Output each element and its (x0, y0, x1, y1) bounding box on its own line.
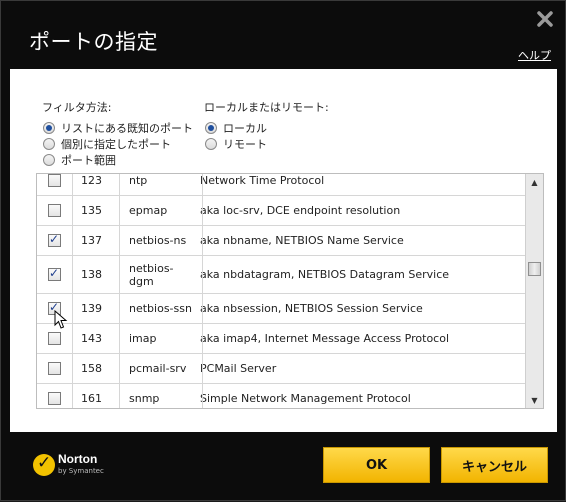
radio-button[interactable] (205, 137, 217, 150)
port-checkbox[interactable] (48, 392, 61, 405)
port-description: aka loc-srv, DCE endpoint resolution (200, 204, 401, 217)
port-service-name: epmap (129, 204, 168, 217)
port-number: 135 (81, 204, 102, 217)
port-service-name: netbios- dgm (129, 261, 174, 288)
port-number: 161 (81, 392, 102, 405)
radio-label: ローカル (223, 121, 267, 135)
port-description: Simple Network Management Protocol (200, 392, 411, 405)
close-icon[interactable] (535, 9, 555, 29)
radio-label: 個別に指定したポート (61, 137, 171, 151)
port-checkbox[interactable] (48, 232, 61, 247)
port-checkbox[interactable] (48, 362, 61, 375)
port-description: aka nbdatagram, NETBIOS Datagram Service (200, 268, 450, 281)
port-description: aka imap4, Internet Message Access Proto… (200, 332, 450, 345)
logo-sub: by Symantec (58, 467, 104, 475)
port-description: Network Time Protocol (200, 174, 325, 187)
filter-option-known-ports[interactable]: リストにある既知のポート (43, 120, 193, 135)
table-row[interactable]: 161 snmp Simple Network Management Proto… (37, 384, 527, 408)
table-row[interactable]: 158 pcmail-srv PCMail Server (37, 354, 527, 384)
port-service-name: snmp (129, 392, 160, 405)
port-service-name: netbios-ssn (129, 302, 192, 315)
port-checkbox[interactable] (48, 332, 61, 345)
table-row[interactable]: 135 epmap aka loc-srv, DCE endpoint reso… (37, 196, 527, 226)
table-row[interactable]: 137 netbios-ns aka nbname, NETBIOS Name … (37, 226, 527, 256)
dialog-footer: Norton by Symantec OK キャンセル (1, 432, 566, 502)
logo-brand: Norton (58, 452, 98, 466)
port-service-name: ntp (129, 174, 148, 187)
scroll-thumb[interactable] (528, 262, 541, 276)
port-number: 143 (81, 332, 102, 345)
scroll-down-arrow-icon[interactable]: ▼ (526, 392, 543, 408)
port-number: 137 (81, 234, 102, 247)
port-number: 158 (81, 362, 102, 375)
port-number: 139 (81, 302, 102, 315)
port-list[interactable]: 123 ntp Network Time Protocol 135 epmap … (36, 173, 544, 409)
scope-option-local[interactable]: ローカル (205, 120, 267, 135)
scope-option-remote[interactable]: リモート (205, 136, 267, 151)
filter-method-label: フィルタ方法: (42, 101, 112, 114)
dialog-title: ポートの指定 (29, 30, 158, 54)
ok-button[interactable]: OK (323, 447, 430, 483)
radio-button[interactable] (205, 121, 217, 134)
scroll-up-arrow-icon[interactable]: ▲ (526, 174, 543, 190)
norton-logo: Norton by Symantec (33, 452, 104, 476)
vertical-scrollbar[interactable]: ▲ ▼ (525, 174, 543, 408)
port-settings-dialog: ポートの指定 ヘルプ フィルタ方法: リストにある既知のポート 個別に指定したポ… (0, 0, 566, 501)
port-description: aka nbname, NETBIOS Name Service (200, 234, 404, 247)
local-remote-label: ローカルまたはリモート: (204, 101, 329, 114)
cancel-button[interactable]: キャンセル (441, 447, 548, 483)
filter-option-port-range[interactable]: ポート範囲 (43, 152, 116, 167)
column-divider (202, 174, 203, 408)
port-service-name: pcmail-srv (129, 362, 187, 375)
dialog-body: フィルタ方法: リストにある既知のポート 個別に指定したポート ポート範囲 ロー… (10, 69, 557, 432)
port-checkbox[interactable] (48, 266, 61, 281)
radio-button[interactable] (43, 153, 55, 166)
radio-label: リモート (223, 137, 267, 151)
norton-check-icon (33, 453, 55, 476)
table-row[interactable]: 138 netbios- dgm aka nbdatagram, NETBIOS… (37, 256, 527, 294)
port-service-name: netbios-ns (129, 234, 187, 247)
help-link[interactable]: ヘルプ (518, 47, 551, 63)
filter-option-specific-ports[interactable]: 個別に指定したポート (43, 136, 171, 151)
table-row[interactable]: 123 ntp Network Time Protocol (37, 174, 527, 196)
radio-label: リストにある既知のポート (61, 121, 193, 135)
port-rows: 123 ntp Network Time Protocol 135 epmap … (37, 174, 527, 408)
port-number: 138 (81, 268, 102, 281)
table-row[interactable]: 139 netbios-ssn aka nbsession, NETBIOS S… (37, 294, 527, 324)
port-checkbox[interactable] (48, 204, 61, 217)
column-divider (119, 174, 120, 408)
radio-button[interactable] (43, 121, 55, 134)
radio-button[interactable] (43, 137, 55, 150)
radio-label: ポート範囲 (61, 153, 116, 167)
port-checkbox[interactable] (48, 300, 61, 315)
port-number: 123 (81, 174, 102, 187)
title-bar: ポートの指定 ヘルプ (1, 1, 566, 69)
port-service-name: imap (129, 332, 157, 345)
port-description: aka nbsession, NETBIOS Session Service (200, 302, 423, 315)
port-description: PCMail Server (200, 362, 277, 375)
table-row[interactable]: 143 imap aka imap4, Internet Message Acc… (37, 324, 527, 354)
port-checkbox[interactable] (48, 174, 61, 187)
